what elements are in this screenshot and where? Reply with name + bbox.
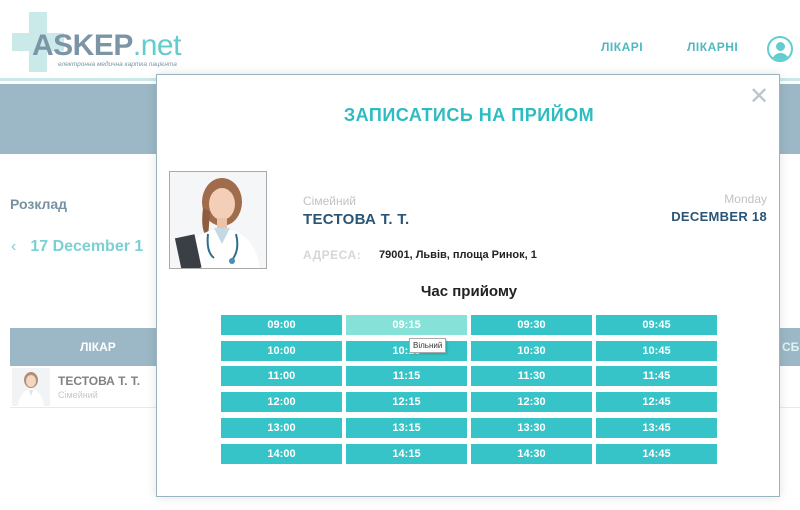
address-label: АДРЕСА: (303, 248, 362, 262)
time-slot[interactable]: 09:00 (221, 315, 342, 335)
time-slot[interactable]: 10:45 (596, 341, 717, 361)
time-slot-selected[interactable]: 09:15 (346, 315, 467, 335)
time-slot[interactable]: 14:15 (346, 444, 467, 464)
time-slots-heading: Час прийому (420, 283, 518, 300)
time-slot[interactable]: 11:30 (471, 366, 592, 386)
appointment-weekday: Monday (724, 192, 767, 206)
time-slot[interactable]: 12:00 (221, 392, 342, 412)
modal-title: ЗАПИСАТИСЬ НА ПРИЙОМ (343, 105, 595, 125)
appointment-modal: ✕ ЗАПИСАТИСЬ НА ПРИЙОМ Сімейний ТЕСТОВА … (156, 74, 780, 497)
address-value: 79001, Львів, площа Ринок, 1 (379, 249, 537, 261)
time-slot[interactable]: 13:00 (221, 418, 342, 438)
time-slot[interactable]: 14:45 (596, 444, 717, 464)
time-slot[interactable]: 13:45 (596, 418, 717, 438)
time-slot[interactable]: 12:30 (471, 392, 592, 412)
doctor-photo (169, 171, 267, 269)
time-slot[interactable]: 13:30 (471, 418, 592, 438)
doctor-name: ТЕСТОВА Т. Т. (303, 211, 410, 228)
time-slot[interactable]: 14:00 (221, 444, 342, 464)
time-slot[interactable]: 09:45 (596, 315, 717, 335)
time-slot[interactable]: 13:15 (346, 418, 467, 438)
time-slot[interactable]: 12:15 (346, 392, 467, 412)
time-slot[interactable]: 11:00 (221, 366, 342, 386)
doctor-specialty: Сімейний (303, 194, 356, 208)
time-slot[interactable]: 11:15 (346, 366, 467, 386)
time-slot[interactable]: 10:00 (221, 341, 342, 361)
time-slot[interactable]: 09:30 (471, 315, 592, 335)
time-slot[interactable]: 10:15 (346, 341, 467, 361)
time-slot[interactable]: 12:45 (596, 392, 717, 412)
time-slot[interactable]: 11:45 (596, 366, 717, 386)
time-slot[interactable]: 10:30 (471, 341, 592, 361)
time-slot[interactable]: 14:30 (471, 444, 592, 464)
slot-tooltip: Вільний (409, 338, 447, 353)
appointment-date: DECEMBER 18 (671, 209, 767, 224)
